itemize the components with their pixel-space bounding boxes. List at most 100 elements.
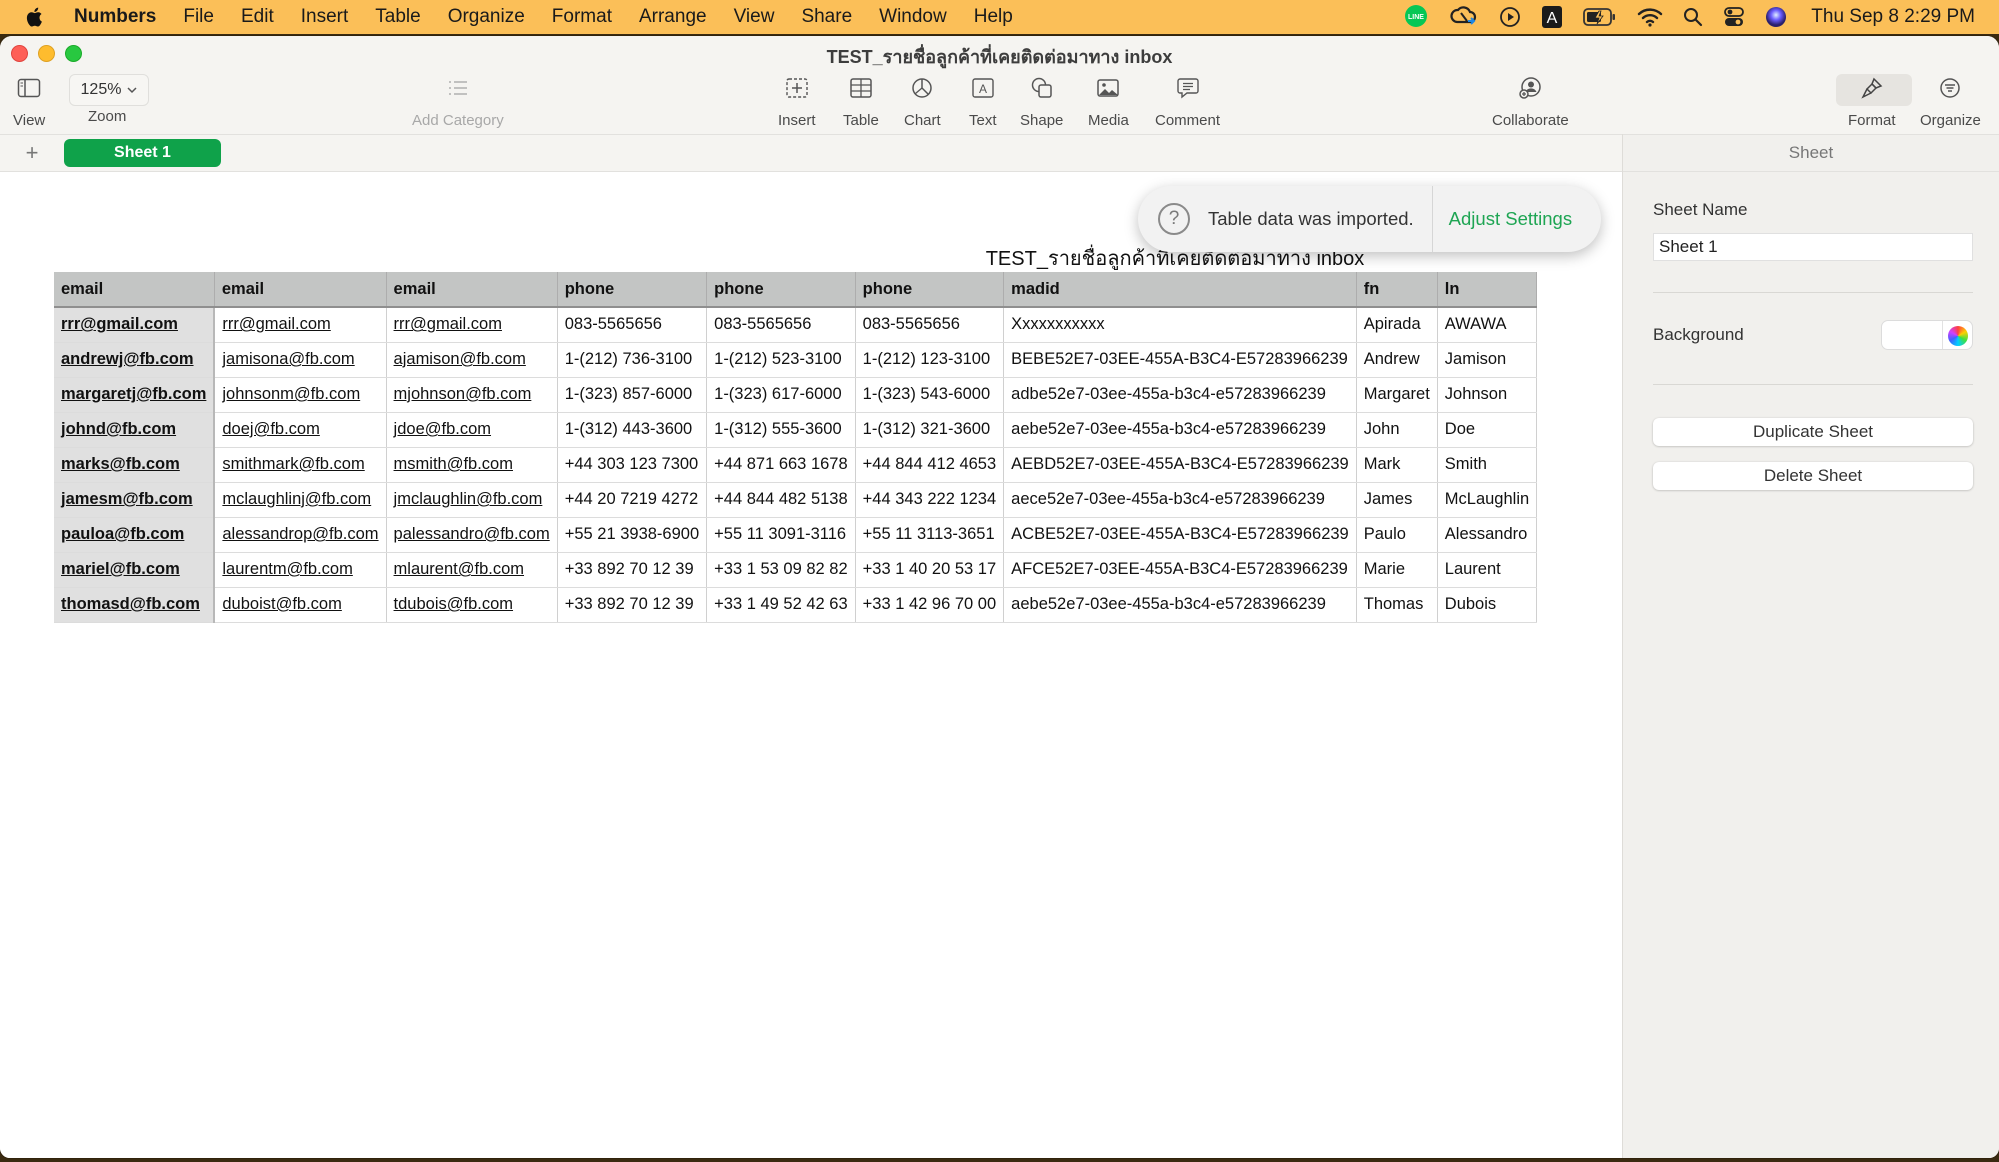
table-cell[interactable]: +55 11 3113-3651 — [855, 517, 1005, 553]
creative-cloud-icon[interactable] — [1449, 4, 1479, 30]
column-header[interactable]: fn — [1356, 272, 1438, 308]
table-cell[interactable]: aebe52e7-03ee-455a-b3c4-e57283966239 — [1003, 412, 1357, 448]
table-cell[interactable]: AFCE52E7-03EE-455A-B3C4-E57283966239 — [1003, 552, 1357, 588]
sheet-name-field[interactable]: Sheet 1 — [1653, 233, 1973, 261]
email-link[interactable]: mlaurent@fb.com — [394, 560, 524, 578]
table-cell[interactable]: margaretj@fb.com — [54, 377, 216, 413]
column-header[interactable]: ln — [1437, 272, 1538, 308]
email-link[interactable]: msmith@fb.com — [394, 455, 513, 473]
table-cell[interactable]: laurentm@fb.com — [214, 552, 387, 588]
menu-edit[interactable]: Edit — [241, 6, 274, 28]
table-cell[interactable]: msmith@fb.com — [386, 447, 558, 483]
spotlight-search-icon[interactable] — [1683, 7, 1703, 27]
table-cell[interactable]: AWAWA — [1437, 307, 1538, 343]
table-cell[interactable]: Xxxxxxxxxxx — [1003, 307, 1357, 343]
table-cell[interactable]: +44 844 482 5138 — [706, 481, 856, 518]
email-link[interactable]: jmclaughlin@fb.com — [394, 490, 543, 508]
view-button[interactable]: View — [13, 74, 45, 129]
table-cell[interactable]: 1-(323) 857-6000 — [557, 377, 708, 413]
table-cell[interactable]: 1-(212) 523-3100 — [706, 342, 856, 378]
input-source-icon[interactable]: A — [1541, 5, 1563, 29]
email-link[interactable]: jdoe@fb.com — [394, 420, 491, 438]
email-link[interactable]: thomasd@fb.com — [61, 595, 200, 613]
clock[interactable]: Thu Sep 8 2:29 PM — [1811, 6, 1975, 28]
email-link[interactable]: ajamison@fb.com — [394, 350, 526, 368]
table-cell[interactable]: +33 1 40 20 53 17 — [855, 552, 1005, 588]
table-button[interactable]: Table — [843, 74, 879, 129]
table-cell[interactable]: +33 1 53 09 82 82 — [706, 552, 856, 588]
table-cell[interactable]: mariel@fb.com — [54, 552, 216, 588]
table-cell[interactable]: 083-5565656 — [557, 307, 708, 343]
table-cell[interactable]: rrr@gmail.com — [214, 307, 387, 343]
table-cell[interactable]: mlaurent@fb.com — [386, 552, 558, 588]
table-cell[interactable]: duboist@fb.com — [214, 587, 387, 623]
table-cell[interactable]: rrr@gmail.com — [54, 307, 216, 343]
add-category-button[interactable]: Add Category — [412, 74, 504, 129]
table-cell[interactable]: Dubois — [1437, 587, 1538, 623]
table-cell[interactable]: +55 11 3091-3116 — [706, 517, 856, 553]
table-cell[interactable]: Paulo — [1356, 517, 1438, 553]
organize-button[interactable]: Organize — [1920, 74, 1981, 129]
table-cell[interactable]: Margaret — [1356, 377, 1438, 413]
text-button[interactable]: A Text — [969, 74, 997, 129]
table-cell[interactable]: Marie — [1356, 552, 1438, 588]
table-cell[interactable]: 1-(312) 321-3600 — [855, 412, 1005, 448]
insert-button[interactable]: Insert — [778, 74, 816, 129]
table-cell[interactable]: John — [1356, 412, 1438, 448]
column-header[interactable]: email — [54, 272, 215, 308]
table-cell[interactable]: alessandrop@fb.com — [214, 517, 387, 553]
table-cell[interactable]: AEBD52E7-03EE-455A-B3C4-E57283966239 — [1003, 447, 1357, 483]
zoom-dropdown[interactable]: 125% — [69, 74, 149, 106]
email-link[interactable]: andrewj@fb.com — [61, 350, 194, 368]
email-link[interactable]: doej@fb.com — [222, 420, 319, 438]
data-table[interactable]: email email email phone phone phone madid fn ln … — [54, 272, 1538, 623]
table-cell[interactable]: 083-5565656 — [706, 307, 856, 343]
tab-sheet-1[interactable]: Sheet 1 — [64, 139, 221, 167]
color-wheel-icon[interactable] — [1948, 326, 1968, 346]
table-cell[interactable]: BEBE52E7-03EE-455A-B3C4-E57283966239 — [1003, 342, 1357, 378]
email-link[interactable]: palessandro@fb.com — [394, 525, 550, 543]
email-link[interactable]: tdubois@fb.com — [394, 595, 513, 613]
menu-insert[interactable]: Insert — [301, 6, 349, 28]
delete-sheet-button[interactable]: Delete Sheet — [1653, 462, 1973, 490]
siri-icon[interactable] — [1765, 6, 1787, 28]
table-cell[interactable]: +33 892 70 12 39 — [557, 587, 708, 623]
table-cell[interactable]: Smith — [1437, 447, 1538, 483]
play-icon[interactable] — [1499, 6, 1521, 28]
table-cell[interactable]: 1-(323) 543-6000 — [855, 377, 1005, 413]
email-link[interactable]: jamisona@fb.com — [222, 350, 354, 368]
table-cell[interactable]: thomasd@fb.com — [54, 587, 216, 623]
table-cell[interactable]: ajamison@fb.com — [386, 342, 558, 378]
table-cell[interactable]: doej@fb.com — [214, 412, 387, 448]
inspector-tab-sheet[interactable]: Sheet — [1623, 134, 1999, 172]
chart-button[interactable]: Chart — [904, 74, 941, 129]
table-cell[interactable]: +44 871 663 1678 — [706, 447, 856, 483]
email-link[interactable]: mariel@fb.com — [61, 560, 180, 578]
menu-format[interactable]: Format — [552, 6, 612, 28]
comment-button[interactable]: Comment — [1155, 74, 1220, 129]
adjust-settings-button[interactable]: Adjust Settings — [1449, 208, 1572, 230]
menu-window[interactable]: Window — [879, 6, 947, 28]
column-header[interactable]: phone — [855, 272, 1005, 308]
wifi-icon[interactable] — [1637, 6, 1663, 28]
table-cell[interactable]: Doe — [1437, 412, 1538, 448]
email-link[interactable]: mclaughlinj@fb.com — [222, 490, 371, 508]
email-link[interactable]: margaretj@fb.com — [61, 385, 206, 403]
menu-file[interactable]: File — [183, 6, 214, 28]
table-cell[interactable]: aebe52e7-03ee-455a-b3c4-e57283966239 — [1003, 587, 1357, 623]
table-cell[interactable]: Andrew — [1356, 342, 1438, 378]
collaborate-button[interactable]: Collaborate — [1492, 74, 1569, 129]
table-cell[interactable]: jmclaughlin@fb.com — [386, 481, 558, 518]
format-button[interactable]: Format — [1848, 74, 1896, 129]
table-cell[interactable]: jamisona@fb.com — [214, 342, 387, 378]
table-cell[interactable]: 1-(323) 617-6000 — [706, 377, 856, 413]
email-link[interactable]: rrr@gmail.com — [61, 315, 178, 333]
table-cell[interactable]: jdoe@fb.com — [386, 412, 558, 448]
table-cell[interactable]: rrr@gmail.com — [386, 307, 558, 343]
email-link[interactable]: laurentm@fb.com — [222, 560, 352, 578]
column-header[interactable]: phone — [706, 272, 856, 308]
email-link[interactable]: duboist@fb.com — [222, 595, 341, 613]
email-link[interactable]: smithmark@fb.com — [222, 455, 364, 473]
table-cell[interactable]: johnsonm@fb.com — [214, 377, 387, 413]
column-header[interactable]: phone — [557, 272, 708, 308]
